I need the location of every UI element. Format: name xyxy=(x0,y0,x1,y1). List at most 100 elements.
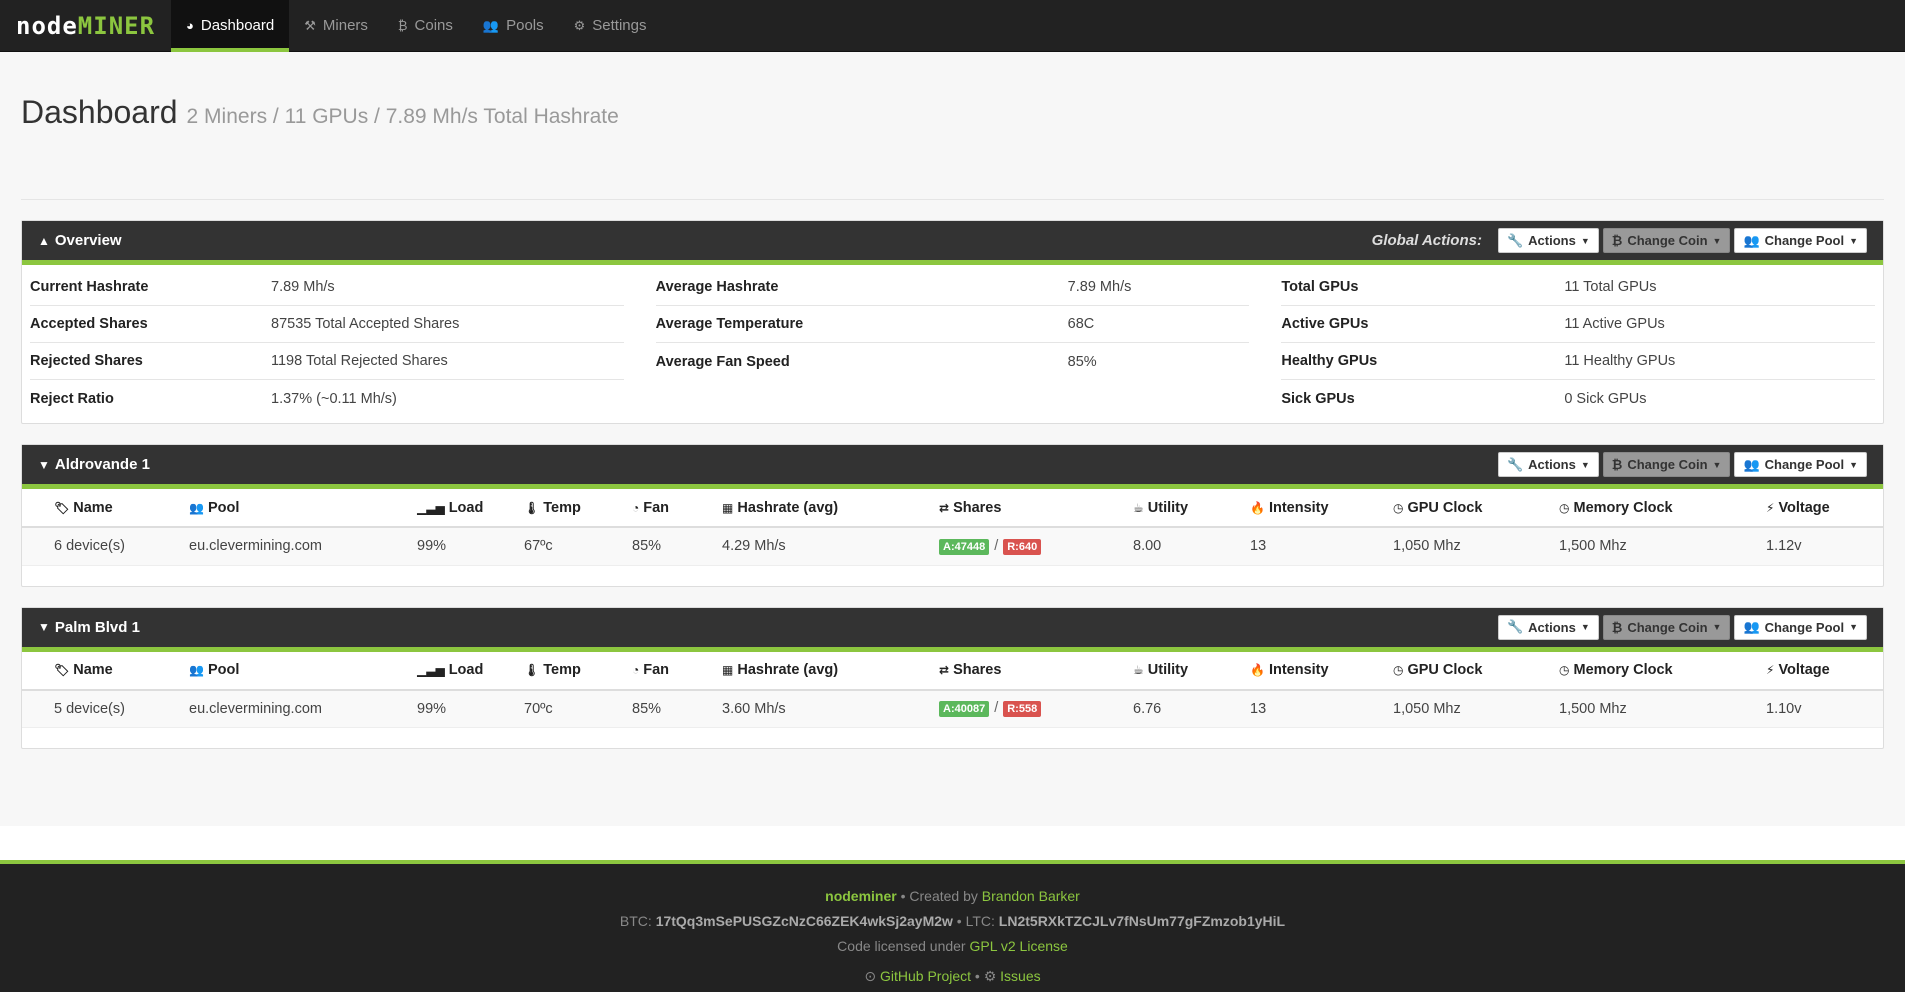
cell-voltage: 1.12v xyxy=(1766,527,1883,566)
bolt-icon: ⚡ xyxy=(1766,500,1775,515)
project-link[interactable]: nodeminer xyxy=(825,888,897,904)
cell-voltage: 1.10v xyxy=(1766,689,1883,728)
cell-memory-clock: 1,500 Mhz xyxy=(1559,527,1766,566)
col-intensity[interactable]: 🔥 Intensity xyxy=(1250,651,1393,691)
nav-miners[interactable]: ⚒ Miners xyxy=(289,0,383,51)
global-change-coin-button[interactable]: ₿ Change Coin ▼ xyxy=(1602,228,1731,253)
exchange-icon: ⇄ xyxy=(939,663,950,677)
overview-column-3: Total GPUs 11 Total GPUs Active GPUs 11 Ac… xyxy=(1281,269,1876,417)
col-voltage[interactable]: ⚡ Voltage xyxy=(1766,489,1883,528)
cell-pool: eu.clevermining.com xyxy=(189,689,417,728)
users-icon: 👥 xyxy=(482,17,500,33)
brand-logo[interactable]: node MINER xyxy=(0,0,171,51)
nav-dashboard-label: Dashboard xyxy=(200,17,275,34)
cell-load: 99% xyxy=(417,527,524,566)
caret-down-icon: ▼ xyxy=(1580,235,1590,246)
license-link[interactable]: GPL v2 License xyxy=(969,938,1067,954)
change-pool-button[interactable]: 👥 Change Pool ▼ xyxy=(1734,614,1867,640)
col-temp[interactable]: 🌡 Temp xyxy=(524,489,632,528)
nav-pools[interactable]: 👥 Pools xyxy=(468,0,559,51)
global-actions-button[interactable]: 🔧 Actions ▼ xyxy=(1497,228,1599,253)
cell-load: 99% xyxy=(417,689,524,728)
col-memory-clock[interactable]: ◷ Memory Clock xyxy=(1559,651,1766,691)
nav-dashboard[interactable]: ◕ Dashboard xyxy=(171,0,290,52)
cell-shares: A:47448/R:640 xyxy=(939,527,1133,566)
overview-title: Overview xyxy=(54,232,122,249)
chevron-down-icon[interactable]: ▼ xyxy=(38,458,50,472)
thermometer-icon: 🌡 xyxy=(524,663,540,677)
overview-row: Sick GPUs 0 Sick GPUs xyxy=(1281,390,1647,407)
col-pool[interactable]: 👥 Pool xyxy=(189,489,417,528)
cell-temp: 67ºc xyxy=(524,527,632,566)
exchange-icon: ⇄ xyxy=(939,500,950,515)
cell-fan: 85% xyxy=(632,527,722,566)
chevron-up-icon[interactable]: ▲ xyxy=(38,234,50,248)
col-voltage[interactable]: ⚡ Voltage xyxy=(1766,651,1883,691)
issues-link[interactable]: Issues xyxy=(1000,968,1040,984)
nav-coins-label: Coins xyxy=(414,17,453,34)
nav-coins[interactable]: ₿ Coins xyxy=(383,0,468,51)
col-shares[interactable]: ⇄ Shares xyxy=(939,489,1133,528)
nav-settings[interactable]: ⚙ Settings xyxy=(559,0,662,51)
col-utility[interactable]: ☕ Utility xyxy=(1133,489,1250,528)
col-hashrate[interactable]: ▦ Hashrate (avg) xyxy=(722,651,939,691)
table-row[interactable]: 6 device(s) eu.clevermining.com 99% 67ºc… xyxy=(22,527,1883,566)
change-pool-button[interactable]: 👥 Change Pool ▼ xyxy=(1734,452,1867,477)
page-subtitle: 2 Miners / 11 GPUs / 7.89 Mh/s Total Has… xyxy=(186,105,619,128)
rejected-badge: R:640 xyxy=(1003,538,1042,555)
global-change-pool-button[interactable]: 👥 Change Pool ▼ xyxy=(1734,228,1867,253)
cell-temp: 70ºc xyxy=(524,689,632,728)
table-row[interactable]: 5 device(s) eu.clevermining.com 99% 70ºc… xyxy=(22,689,1883,728)
change-coin-button[interactable]: ₿ Change Coin ▼ xyxy=(1602,452,1731,477)
col-pool[interactable]: 👥 Pool xyxy=(189,651,417,691)
col-name[interactable]: 🏷 Name xyxy=(54,489,189,528)
col-shares[interactable]: ⇄ Shares xyxy=(939,651,1133,691)
col-temp[interactable]: 🌡 Temp xyxy=(524,651,632,691)
btc-address: 17tQq3mSePUSGZcNzC66ZEK4wkSj2ayM2w xyxy=(655,913,953,929)
accepted-badge: A:40087 xyxy=(939,701,990,718)
col-load[interactable]: ▁▃▅ Load xyxy=(417,651,524,691)
actions-button[interactable]: 🔧 Actions ▼ xyxy=(1497,614,1599,640)
footer-links: ⊙ GitHub Project • ⚙ Issues xyxy=(864,968,1041,984)
bitcoin-icon: ₿ xyxy=(1611,457,1623,472)
col-fan[interactable]: ◔ Fan xyxy=(632,489,722,528)
overview-row: Active GPUs 11 Active GPUs xyxy=(1281,306,1876,343)
caret-down-icon: ▼ xyxy=(1849,235,1858,246)
col-hashrate[interactable]: ▦ Hashrate (avg) xyxy=(722,489,939,528)
actions-button[interactable]: 🔧 Actions ▼ xyxy=(1497,452,1599,477)
col-utility[interactable]: ☕ Utility xyxy=(1133,651,1250,691)
col-memory-clock[interactable]: ◷ Memory Clock xyxy=(1559,489,1766,528)
author-link[interactable]: Brandon Barker xyxy=(982,888,1080,904)
miner-title: Palm Blvd 1 xyxy=(54,618,140,636)
overview-row: Total GPUs 11 Total GPUs xyxy=(1281,269,1876,306)
col-gpu-clock[interactable]: ◷ GPU Clock xyxy=(1393,489,1559,528)
col-fan[interactable]: ◔ Fan xyxy=(632,651,722,691)
chevron-down-icon[interactable]: ▼ xyxy=(38,620,50,634)
miner-heading[interactable]: ▼ Palm Blvd 1 🔧 Actions ▼ ₿ Change Coin ▼ 👥 C… xyxy=(22,607,1883,652)
change-coin-button[interactable]: ₿ Change Coin ▼ xyxy=(1602,614,1731,640)
top-navbar: node MINER ◕ Dashboard ⚒ Miners ₿ Coins 👥… xyxy=(0,0,1905,52)
clock-icon: ◷ xyxy=(1559,663,1570,677)
footer-license: Code licensed under GPL v2 License xyxy=(837,938,1068,954)
global-actions-label: Global Actions: xyxy=(1371,232,1482,249)
github-project-link[interactable]: GitHub Project xyxy=(880,968,971,984)
miner-heading[interactable]: ▼ Aldrovande 1 🔧 Actions ▼ ₿ Change Coin ▼ 👥… xyxy=(22,445,1883,489)
fire-icon: 🔥 xyxy=(1250,663,1265,677)
overview-row: Average Hashrate 7.89 Mh/s xyxy=(655,269,1250,306)
nav-settings-label: Settings xyxy=(592,17,647,34)
table-header-row: 🏷 Name 👥 Pool ▁▃▅ Load 🌡 Temp ◔ Fan ▦ Hashrate… xyxy=(22,489,1883,528)
col-load[interactable]: ▁▃▅ Load xyxy=(417,489,524,528)
col-name[interactable]: 🏷 Name xyxy=(54,651,189,691)
overview-row: Rejected Shares 1198 Total Rejected Share… xyxy=(30,343,624,380)
overview-panel: ▲ Overview Global Actions: 🔧 Actions ▼ ₿ Ch… xyxy=(21,220,1884,424)
col-intensity[interactable]: 🔥 Intensity xyxy=(1250,489,1393,528)
caret-down-icon: ▼ xyxy=(1849,622,1858,632)
tag-icon: 🏷 xyxy=(54,663,70,677)
page-header: Dashboard 2 Miners / 11 GPUs / 7.89 Mh/s… xyxy=(21,52,1884,200)
overview-column-2: Average Hashrate 7.89 Mh/s Average Temper… xyxy=(655,269,1250,417)
overview-column-1: Current Hashrate 7.89 Mh/s Accepted Share… xyxy=(30,269,624,417)
overview-heading[interactable]: ▲ Overview Global Actions: 🔧 Actions ▼ ₿ Ch… xyxy=(22,221,1883,265)
caret-down-icon: ▼ xyxy=(1580,622,1590,632)
cell-shares: A:40087/R:558 xyxy=(939,689,1133,728)
col-gpu-clock[interactable]: ◷ GPU Clock xyxy=(1393,651,1559,691)
